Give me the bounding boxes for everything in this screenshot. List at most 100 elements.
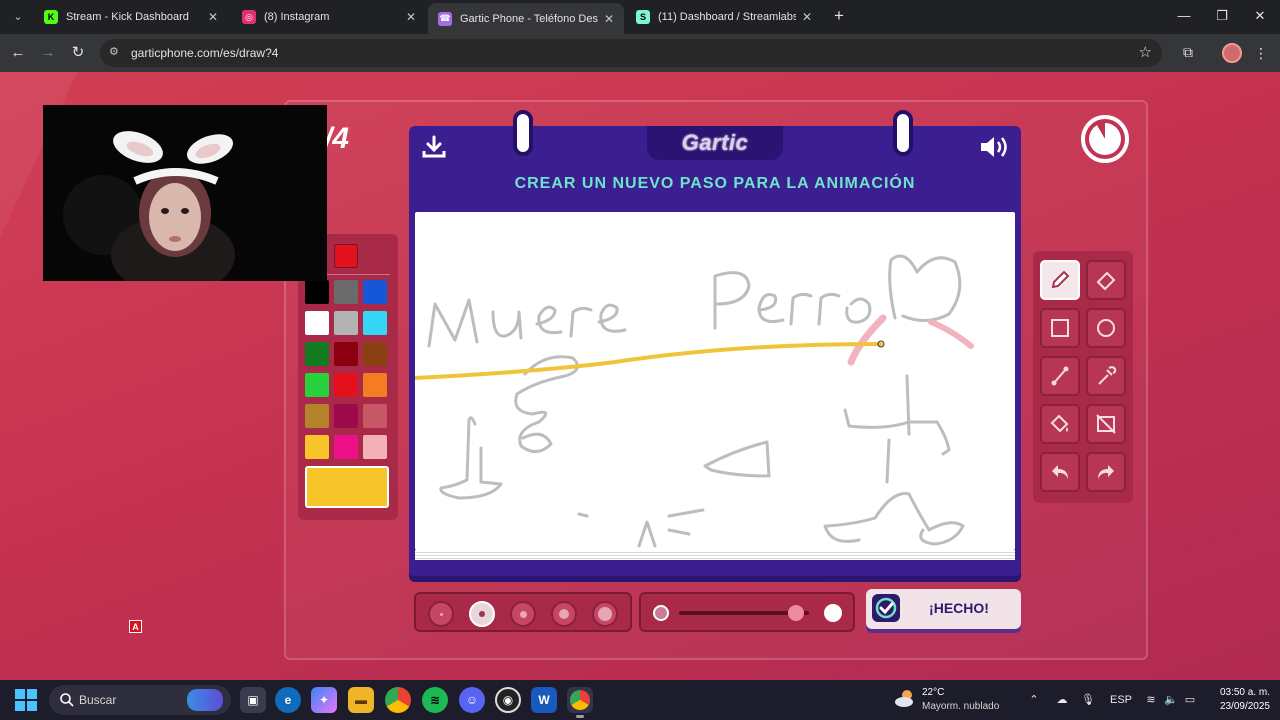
edge-icon[interactable]: e xyxy=(275,687,301,713)
battery-icon[interactable]: ▭ xyxy=(1182,691,1198,709)
close-icon[interactable]: ✕ xyxy=(406,10,416,24)
brush-size-3[interactable] xyxy=(510,601,536,627)
undo-icon xyxy=(1052,465,1068,479)
color-swatch[interactable] xyxy=(363,342,387,366)
color-swatch[interactable] xyxy=(334,342,358,366)
brush-size-1[interactable] xyxy=(428,601,454,627)
current-color-swatch[interactable] xyxy=(305,466,389,508)
color-swatch[interactable] xyxy=(305,342,329,366)
paper-edge xyxy=(415,550,1015,560)
color-swatch[interactable] xyxy=(334,435,358,459)
color-swatch[interactable] xyxy=(334,404,358,428)
volume-icon[interactable] xyxy=(979,134,1011,160)
spotify-icon[interactable]: ≋ xyxy=(422,687,448,713)
opacity-min-icon xyxy=(653,605,669,621)
color-swatch[interactable] xyxy=(363,373,387,397)
discord-icon[interactable]: ☺ xyxy=(459,687,485,713)
task-view-icon[interactable]: ▣ xyxy=(240,687,266,713)
obs-icon[interactable]: ◉ xyxy=(495,687,521,713)
more-menu-icon[interactable]: ⋮ xyxy=(1254,43,1268,63)
tab-title: (11) Dashboard / Streamlabs xyxy=(658,11,796,23)
word-icon[interactable]: W xyxy=(531,687,557,713)
window-close-icon[interactable]: ✕ xyxy=(1246,6,1274,26)
brush-size-4[interactable] xyxy=(551,601,577,627)
redo-icon xyxy=(1098,465,1114,479)
color-swatch[interactable] xyxy=(334,311,358,335)
chevron-up-icon[interactable]: ⌃ xyxy=(1027,691,1041,709)
ellipse-tool[interactable] xyxy=(1086,308,1126,348)
color-swatch[interactable] xyxy=(363,404,387,428)
extensions-puzzle-icon[interactable]: ⧉ xyxy=(1179,43,1197,61)
close-icon[interactable]: ✕ xyxy=(208,10,218,24)
microphone-icon[interactable]: 🎙 xyxy=(1081,691,1095,709)
color-swatch[interactable] xyxy=(305,373,329,397)
rectangle-icon xyxy=(1051,319,1069,337)
drawing-strokes xyxy=(413,254,974,548)
rectangle-tool[interactable] xyxy=(1040,308,1080,348)
restore-icon[interactable]: ❐ xyxy=(1208,6,1236,26)
done-label: ¡HECHO! xyxy=(929,600,989,616)
tab-search-chevron-icon[interactable]: ⌄ xyxy=(8,7,28,27)
windows-taskbar: Buscar ▣ e ✦ ▬ ≋ ☺ ◉ W 22°C Mayorm. nubl… xyxy=(0,680,1280,720)
color-swatch[interactable] xyxy=(305,280,329,304)
bookmark-star-icon[interactable]: ☆ xyxy=(1139,43,1152,61)
speaker-icon[interactable]: 🔈 xyxy=(1163,691,1179,709)
kick-icon: K xyxy=(44,10,58,24)
new-tab-plus-icon[interactable]: + xyxy=(829,6,849,26)
taskbar-search[interactable]: Buscar xyxy=(49,685,231,715)
tool-panel xyxy=(1033,251,1133,503)
color-swatch[interactable] xyxy=(334,280,358,304)
color-swatch-red[interactable] xyxy=(334,244,358,268)
fill-tool[interactable] xyxy=(1040,404,1080,444)
address-bar[interactable]: ⚙ garticphone.com/es/draw?4 ☆ xyxy=(100,39,1162,67)
forward-arrow-icon[interactable]: → xyxy=(38,43,58,63)
minimize-icon[interactable]: — xyxy=(1170,6,1198,26)
search-highlight-icon xyxy=(187,689,223,711)
windows-start-icon[interactable] xyxy=(15,689,37,711)
wifi-icon[interactable]: ≋ xyxy=(1143,691,1159,709)
color-swatch[interactable] xyxy=(334,373,358,397)
brush-size-2[interactable] xyxy=(469,601,495,627)
chrome-icon[interactable] xyxy=(385,687,411,713)
color-swatch[interactable] xyxy=(305,404,329,428)
opacity-knob[interactable] xyxy=(788,605,804,621)
tab-instagram[interactable]: ◎ (8) Instagram ✕ xyxy=(232,4,426,30)
back-arrow-icon[interactable]: ← xyxy=(8,43,28,63)
opacity-slider[interactable] xyxy=(639,592,855,632)
close-icon[interactable]: ✕ xyxy=(802,10,812,24)
redo-tool[interactable] xyxy=(1086,452,1126,492)
clear-canvas-tool[interactable] xyxy=(1086,404,1126,444)
input-language[interactable]: ESP xyxy=(1108,691,1134,709)
checkmark-icon xyxy=(872,594,900,622)
tab-kick[interactable]: K Stream - Kick Dashboard ✕ xyxy=(34,4,228,30)
chrome-active-icon[interactable] xyxy=(567,687,593,718)
tab-gartic[interactable]: ☎ Gartic Phone - Teléfono Descon ✕ xyxy=(428,3,624,34)
brush-size-5[interactable] xyxy=(592,601,618,627)
clock-time[interactable]: 03:50 a. m. xyxy=(1210,687,1270,698)
eraser-tool[interactable] xyxy=(1086,260,1126,300)
drawing-canvas[interactable] xyxy=(413,212,1015,550)
color-swatch[interactable] xyxy=(305,435,329,459)
copilot-icon[interactable]: ✦ xyxy=(311,687,337,713)
line-tool[interactable] xyxy=(1040,356,1080,396)
close-icon[interactable]: ✕ xyxy=(604,12,614,26)
site-settings-icon[interactable]: ⚙ xyxy=(109,45,123,59)
file-explorer-icon[interactable]: ▬ xyxy=(348,687,374,713)
eyedropper-tool[interactable] xyxy=(1086,356,1126,396)
download-icon[interactable] xyxy=(421,134,447,160)
cloudy-weather-icon[interactable] xyxy=(893,687,917,711)
done-button[interactable]: ¡HECHO! xyxy=(866,589,1021,629)
reload-icon[interactable]: ↻ xyxy=(68,43,88,63)
color-swatch[interactable] xyxy=(363,280,387,304)
gartic-logo: Gartic xyxy=(681,130,749,155)
pencil-tool[interactable] xyxy=(1040,260,1080,300)
color-swatch[interactable] xyxy=(305,311,329,335)
onedrive-cloud-icon[interactable]: ☁ xyxy=(1053,691,1071,709)
color-swatch[interactable] xyxy=(363,435,387,459)
clock-date[interactable]: 23/09/2025 xyxy=(1206,701,1270,712)
undo-tool[interactable] xyxy=(1040,452,1080,492)
url-text[interactable]: garticphone.com/es/draw?4 xyxy=(131,46,278,60)
tab-streamlabs[interactable]: S (11) Dashboard / Streamlabs ✕ xyxy=(626,4,822,30)
profile-avatar[interactable] xyxy=(1222,43,1242,63)
color-swatch[interactable] xyxy=(363,311,387,335)
